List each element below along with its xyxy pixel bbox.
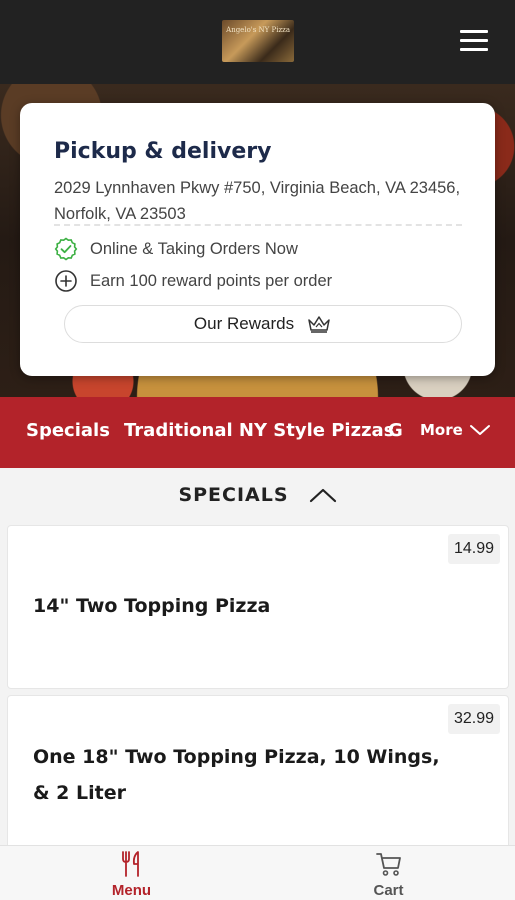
logo-text: Angelo's NY Pizza xyxy=(226,26,290,34)
our-rewards-label: Our Rewards xyxy=(193,314,295,333)
check-circle-icon xyxy=(54,237,78,261)
nav-cart-tab[interactable]: Cart xyxy=(260,846,515,900)
order-status-row: Online & Taking Orders Now xyxy=(54,237,298,261)
hamburger-menu-icon[interactable] xyxy=(460,30,488,54)
crown-icon xyxy=(308,316,330,333)
chevron-down-icon xyxy=(469,425,490,435)
fork-knife-icon xyxy=(121,851,139,877)
store-address: 2029 Lynnhaven Pkwy #750, Virginia Beach… xyxy=(54,179,461,223)
item-name: 14" Two Topping Pizza xyxy=(33,595,271,617)
category-specials[interactable]: Specials xyxy=(26,420,110,441)
more-label: More xyxy=(420,421,463,439)
nav-menu-tab[interactable]: Menu xyxy=(3,846,260,900)
item-price: 14.99 xyxy=(447,534,500,564)
restaurant-logo[interactable]: Angelo's NY Pizza xyxy=(222,20,294,62)
plus-circle-icon xyxy=(55,270,77,292)
item-price: 32.99 xyxy=(447,704,500,734)
rewards-note-text: Earn 100 reward points per order xyxy=(90,271,333,290)
divider xyxy=(54,224,462,226)
menu-item-card[interactable]: 14.99 14" Two Topping Pizza xyxy=(7,525,509,689)
order-status-text: Online & Taking Orders Now xyxy=(90,239,298,258)
menu-item-card[interactable]: 32.99 One 18" Two Topping Pizza, 10 Wing… xyxy=(7,695,509,855)
top-bar: Angelo's NY Pizza xyxy=(0,0,515,84)
section-title: SPECIALS xyxy=(178,484,289,506)
category-traditional-ny-pizzas[interactable]: Traditional NY Style Pizzas xyxy=(124,420,394,441)
store-info-card: Pickup & delivery 2029 Lynnhaven Pkwy #7… xyxy=(20,103,495,376)
nav-cart-label: Cart xyxy=(373,882,404,899)
rewards-note-row: Earn 100 reward points per order xyxy=(54,269,332,293)
item-name: One 18" Two Topping Pizza, 10 Wings, & 2… xyxy=(33,746,440,804)
more-categories-button[interactable]: More xyxy=(420,421,491,439)
nav-menu-label: Menu xyxy=(111,882,152,899)
category-bar: Specials Traditional NY Style Pizzas G M… xyxy=(0,397,515,468)
cart-icon xyxy=(375,853,401,876)
bottom-navigation: Menu Cart xyxy=(0,845,515,900)
category-g[interactable]: G xyxy=(388,420,403,441)
chevron-up-icon xyxy=(309,488,336,503)
section-header-specials[interactable]: SPECIALS xyxy=(0,468,515,522)
our-rewards-button[interactable]: Our Rewards xyxy=(64,305,462,343)
card-title: Pickup & delivery xyxy=(54,139,272,164)
